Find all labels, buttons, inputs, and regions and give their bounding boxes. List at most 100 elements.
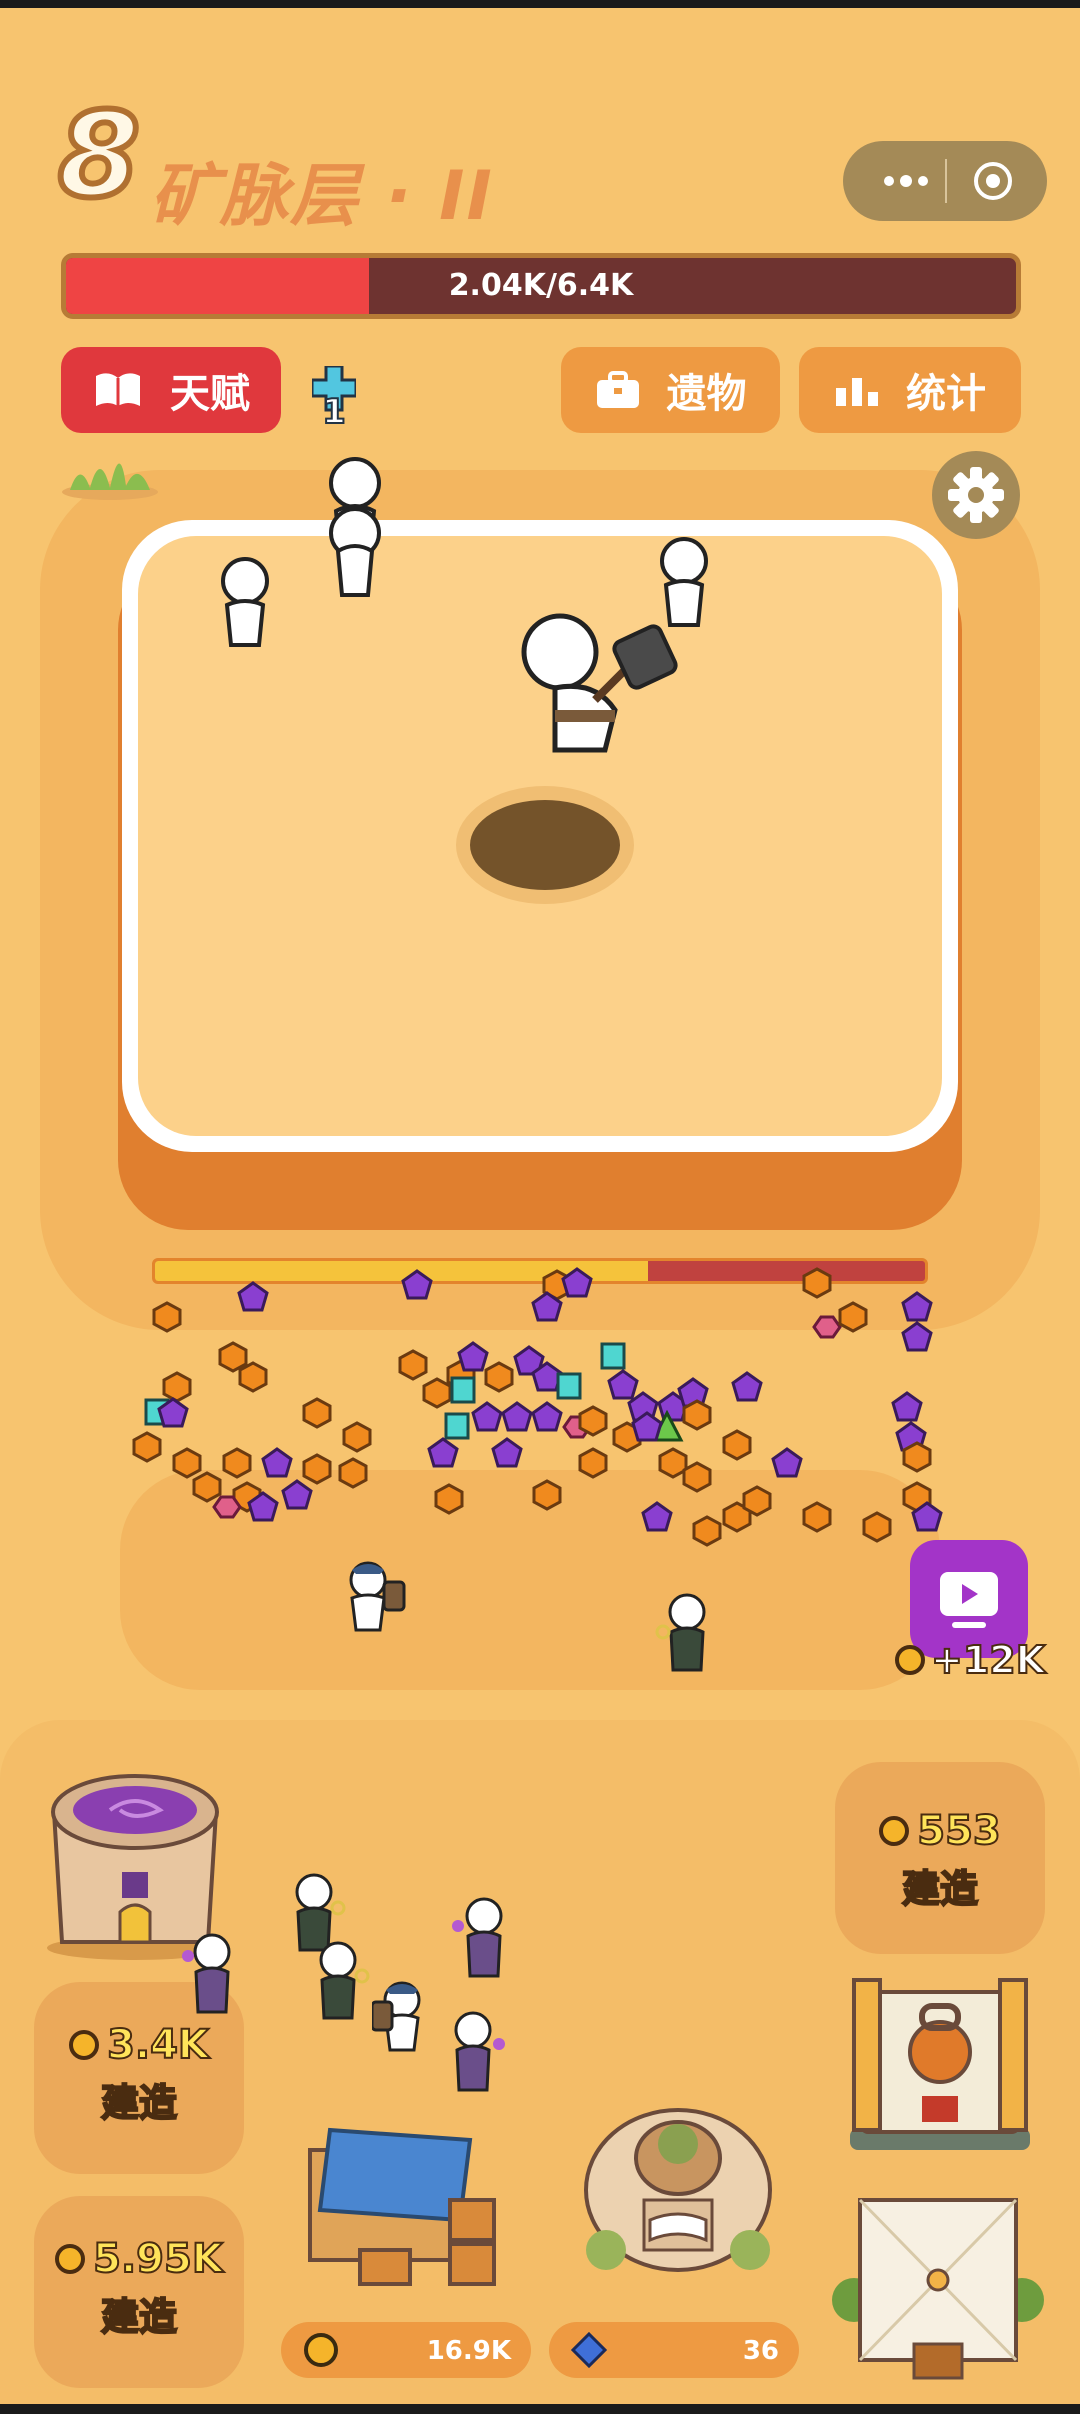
gem-counter: 36 [549,2322,799,2378]
amethyst-ore [157,1397,189,1428]
stats-button[interactable]: 统计 [799,347,1021,433]
ad-reward-amount: +12K [930,1637,1046,1683]
amber-ore [862,1511,892,1543]
camp-tent-building[interactable] [830,2180,1046,2392]
cross-count: 1 [321,391,347,433]
status-bar [0,0,1080,8]
book-icon [96,373,140,406]
portal-tower-building[interactable] [40,1752,230,1962]
amber-ore [802,1501,832,1533]
stats-label: 统计 [906,371,986,417]
grass-decoration [62,463,158,500]
coin-icon [895,1645,925,1675]
amber-ore [802,1267,832,1299]
coin-counter: 16.9K [281,2322,531,2378]
gem-amount: 36 [742,2336,779,2366]
amber-ore [902,1441,932,1473]
talent-button[interactable]: 天赋 [61,347,281,433]
bar-chart-icon [836,378,878,406]
amethyst-ore [901,1291,933,1322]
wizard-figure [319,1941,370,2020]
target-icon[interactable] [971,159,1015,203]
porter-figure [349,1561,406,1632]
amethyst-ore [261,1447,293,1478]
wizard-figure [182,1933,231,2014]
build-label-left-mid: 建造 [100,2080,178,2126]
amber-ore [338,1457,368,1489]
amber-ore [692,1515,722,1547]
ad-reward: +12K [895,1637,1046,1683]
amethyst-ore [281,1479,313,1510]
build-cost-left-bottom: 5.95K [34,2235,244,2283]
build-label-left-bottom: 建造 [100,2294,178,2340]
briefcase-icon [596,371,639,408]
amethyst-ore [561,1267,593,1298]
amethyst-ore [247,1491,279,1522]
level-title: 矿脉层 · II [150,157,494,236]
amethyst-ore [491,1437,523,1468]
coin-icon [55,2244,86,2274]
amethyst-ore [911,1501,943,1532]
wizard-figure [452,1897,503,1978]
build-cost-top-right: 553 [835,1807,1045,1855]
nav-bar [0,2404,1080,2414]
worker-figure [329,457,381,597]
gear-icon [948,467,1004,523]
level-number: 8 [55,86,143,224]
amber-ore [302,1397,332,1429]
amethyst-ore [771,1447,803,1478]
amber-ore [238,1361,268,1393]
amethyst-ore [631,1411,663,1442]
amber-ore [578,1405,608,1437]
amethyst-ore [891,1391,923,1422]
amethyst-ore [901,1321,933,1352]
amber-ore [222,1447,252,1479]
amethyst-ore [731,1371,763,1402]
build-cost-left-mid: 3.4K [34,2021,244,2069]
porter-figure [372,1981,421,2052]
amber-ore [434,1483,464,1515]
amethyst-ore [471,1401,503,1432]
amber-ore [532,1479,562,1511]
coin-amount: 16.9K [426,2336,511,2366]
capsule-divider [945,159,947,203]
amethyst-ore [641,1501,673,1532]
amber-ore [742,1485,772,1517]
library-dome-building[interactable] [580,2100,776,2290]
settings-button[interactable] [932,451,1020,539]
amber-ore [682,1461,712,1493]
storage-tent-building[interactable] [300,2110,505,2290]
amethyst-ore [237,1281,269,1312]
build-cost-value: 553 [916,1807,1001,1855]
coin-icon [304,2333,338,2367]
amethyst-ore [531,1401,563,1432]
relic-button[interactable]: 遗物 [561,347,780,433]
ruby-ore [212,1495,242,1519]
amber-ore [838,1301,868,1333]
mini-program-capsule [843,141,1047,221]
hammer-miner-figure [521,613,678,753]
build-cost-value: 5.95K [92,2235,224,2283]
amethyst-ore [501,1401,533,1432]
boss-hp-bar: 2.04K/6.4K [61,253,1021,319]
amethyst-ore [427,1437,459,1468]
build-label-top-right: 建造 [901,1866,979,1912]
amber-ore [484,1361,514,1393]
amber-ore [132,1431,162,1463]
hp-text: 2.04K/6.4K [448,268,634,303]
amethyst-ore [401,1269,433,1300]
gem-icon [571,2332,607,2368]
amber-ore [152,1301,182,1333]
amber-ore [722,1429,752,1461]
coin-icon [69,2030,100,2060]
amethyst-ore [531,1291,563,1322]
wizard-figure [655,1593,706,1672]
crystal-ore [556,1372,582,1400]
more-dots-icon[interactable] [871,159,941,203]
coin-icon [879,1816,910,1846]
kettlebell-gym-building[interactable] [842,1972,1038,2156]
amber-ore [682,1399,712,1431]
worker-figure [221,557,269,647]
build-cost-value: 3.4K [106,2021,210,2069]
amber-ore [578,1447,608,1479]
